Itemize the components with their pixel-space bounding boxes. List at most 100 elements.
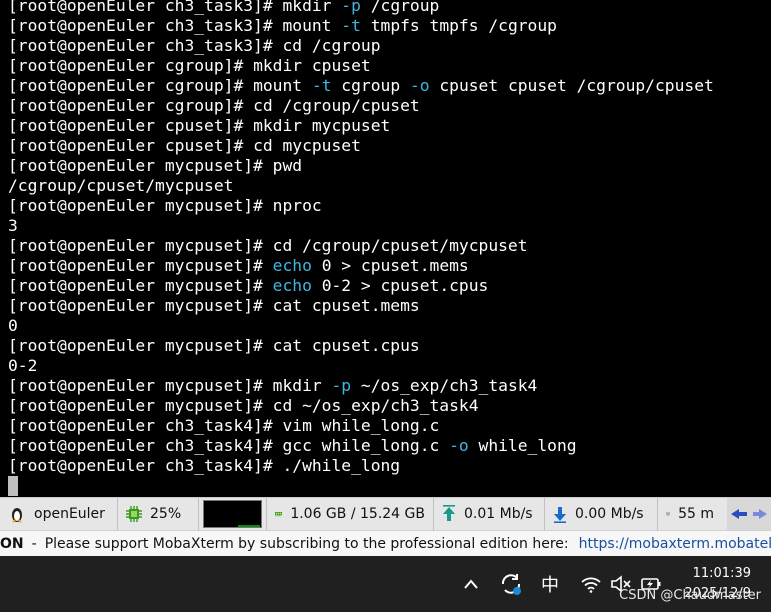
status-disk[interactable]: 55 m (658, 498, 722, 530)
shell-prompt: [root@openEuler mycpuset]# (8, 296, 273, 315)
command-text: cd mycpuset (253, 136, 361, 155)
cpu-chip-icon (126, 506, 142, 522)
terminal-line: [root@openEuler mycpuset]# cat cpuset.me… (8, 296, 714, 316)
network-tray-button[interactable] (578, 570, 604, 598)
terminal-line: [root@openEuler cpuset]# cd mycpuset (8, 136, 714, 156)
command-text: cd ~/os_exp/ch3_task4 (272, 396, 479, 415)
terminal-line: [root@openEuler ch3_task4]# vim while_lo… (8, 416, 714, 436)
cpu-graph-segment (199, 498, 267, 530)
command-text: mount (282, 16, 342, 35)
shell-prompt: [root@openEuler cgroup]# (8, 96, 254, 115)
shell-prompt: [root@openEuler ch3_task4]# (8, 456, 283, 475)
terminal-line: /cgroup/cpuset/mycpuset (8, 176, 714, 196)
shell-prompt: [root@openEuler mycpuset]# (8, 236, 273, 255)
terminal-line: 0 (8, 316, 714, 336)
terminal-line: [root@openEuler cgroup]# mount -t cgroup… (8, 76, 714, 96)
command-text: pwd (272, 156, 303, 175)
ime-label: 中 (541, 575, 559, 596)
command-option: -t (311, 76, 332, 95)
terminal-line: [root@openEuler mycpuset]# cd /cgroup/cp… (8, 236, 714, 256)
command-text: cd /cgroup/cpuset (253, 96, 420, 115)
cpu-usage-graph (203, 500, 262, 528)
command-option: -p (331, 376, 352, 395)
terminal-line: [root@openEuler ch3_task4]# ./while_long (8, 456, 714, 476)
shell-prompt: [root@openEuler mycpuset]# (8, 336, 273, 355)
shell-prompt: [root@openEuler ch3_task4]# (8, 416, 283, 435)
mobaxterm-link[interactable]: https://mobaxterm.mobatek.net (579, 536, 771, 552)
cpu-usage-bar (238, 525, 260, 527)
status-host[interactable]: openEuler (0, 498, 118, 530)
terminal-line: [root@openEuler mycpuset]# echo 0-2 > cp… (8, 276, 714, 296)
shell-prompt: [root@openEuler mycpuset]# (8, 256, 273, 275)
command-text: cat cpuset.cpus (272, 336, 420, 355)
terminal-line: 0-2 (8, 356, 714, 376)
shell-prompt: [root@openEuler mycpuset]# (8, 156, 273, 175)
command-option: -o (449, 436, 469, 455)
show-hidden-icons-button[interactable] (458, 570, 484, 598)
command-option: echo (272, 256, 312, 275)
status-bar: openEuler 25% 1.06 GB / 15.24 GB 0.01 Mb… (0, 497, 771, 530)
windows-taskbar: 中 11:01:39 2025/12/9 CSDN @Chaudmaster (0, 556, 771, 612)
shell-prompt: [root@openEuler ch3_task3]# (8, 36, 283, 55)
command-option: -t (341, 16, 361, 35)
statusbar-scroll[interactable] (727, 498, 771, 530)
terminal-window[interactable]: [root@openEuler ch3_task3]# mkdir -p /cg… (0, 0, 771, 497)
download-arrow-icon (554, 507, 566, 523)
terminal-line: [root@openEuler ch3_task4]# gcc while_lo… (8, 436, 714, 456)
upload-rate: 0.01 Mb/s (464, 506, 533, 522)
shell-prompt: [root@openEuler mycpuset]# (8, 196, 273, 215)
command-text: /cgroup (360, 0, 440, 15)
command-text: cat cpuset.mems (272, 296, 420, 315)
command-text: mkdir cpuset (253, 56, 371, 75)
command-text: cd /cgroup (282, 36, 381, 55)
command-text: 3 (8, 216, 18, 235)
command-text: gcc while_long.c (282, 436, 450, 455)
shell-prompt: [root@openEuler cpuset]# (8, 116, 254, 135)
terminal-line: [root@openEuler cpuset]# mkdir mycpuset (8, 116, 714, 136)
terminal-line: [root@openEuler ch3_task3]# mkdir -p /cg… (8, 0, 714, 16)
command-text: cgroup (331, 76, 410, 95)
notice-prefix: ON (0, 535, 24, 552)
notice-message: Please support MobaXterm by subscribing … (44, 535, 569, 552)
ime-indicator[interactable]: 中 (536, 570, 564, 598)
command-text: while_long (468, 436, 577, 455)
command-text: mkdir mycpuset (253, 116, 391, 135)
scroll-arrows-icon (731, 509, 767, 519)
terminal-line: [root@openEuler cgroup]# mkdir cpuset (8, 56, 714, 76)
terminal-output: [root@openEuler ch3_task3]# mkdir -p /cg… (8, 0, 714, 476)
command-text: vim while_long.c (282, 416, 440, 435)
shell-prompt: [root@openEuler cgroup]# (8, 76, 254, 95)
status-cpu[interactable]: 25% (118, 498, 199, 530)
command-text: mount (253, 76, 312, 95)
clock-time: 11:01:39 (692, 566, 751, 581)
terminal-line: 3 (8, 216, 714, 236)
command-text: 0 (8, 316, 18, 335)
command-text: cpuset cpuset /cgroup/cpuset (429, 76, 714, 95)
memory-module-icon (275, 511, 283, 517)
shell-prompt: [root@openEuler mycpuset]# (8, 376, 273, 395)
wifi-icon (581, 577, 601, 593)
shell-prompt: [root@openEuler ch3_task4]# (8, 436, 283, 455)
terminal-line: [root@openEuler ch3_task3]# mount -t tmp… (8, 16, 714, 36)
terminal-line: [root@openEuler mycpuset]# nproc (8, 196, 714, 216)
command-text: 0-2 > cpuset.cpus (311, 276, 489, 295)
host-label: openEuler (34, 506, 105, 522)
chevron-up-icon (464, 579, 478, 589)
status-upload[interactable]: 0.01 Mb/s (434, 498, 545, 530)
sync-icon (501, 574, 521, 595)
sync-tray-button[interactable] (496, 570, 526, 598)
terminal-line: [root@openEuler cgroup]# cd /cgroup/cpus… (8, 96, 714, 116)
upload-arrow-icon (443, 505, 455, 521)
command-text: mkdir (272, 376, 332, 395)
download-rate: 0.00 Mb/s (575, 506, 644, 522)
command-text: /cgroup/cpuset/mycpuset (8, 176, 234, 195)
command-text: 0-2 (8, 356, 38, 375)
status-download[interactable]: 0.00 Mb/s (545, 498, 658, 530)
memory-usage: 1.06 GB / 15.24 GB (290, 506, 425, 522)
status-memory[interactable]: 1.06 GB / 15.24 GB (267, 498, 434, 530)
command-text: mkdir (282, 0, 342, 15)
shell-prompt: [root@openEuler ch3_task3]# (8, 0, 283, 15)
shell-prompt: [root@openEuler cgroup]# (8, 56, 254, 75)
shell-prompt: [root@openEuler mycpuset]# (8, 396, 273, 415)
command-text: nproc (272, 196, 322, 215)
